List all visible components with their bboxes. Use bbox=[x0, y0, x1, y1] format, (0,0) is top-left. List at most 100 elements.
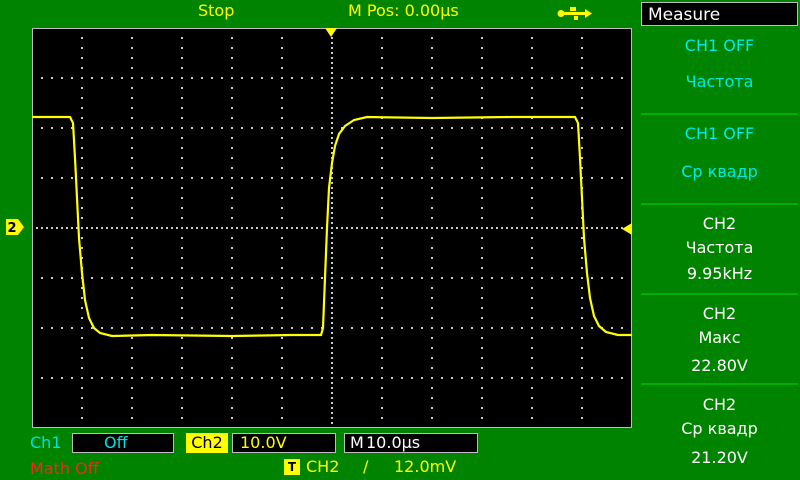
grid-dot bbox=[181, 367, 183, 369]
grid-dot bbox=[581, 397, 583, 399]
center-tick bbox=[46, 227, 48, 229]
center-tick bbox=[331, 342, 333, 344]
grid-dot bbox=[591, 377, 593, 379]
grid-dot bbox=[381, 417, 383, 419]
grid-dot bbox=[181, 157, 183, 159]
grid-dot bbox=[531, 297, 533, 299]
grid-dot bbox=[71, 277, 73, 279]
measure-slot-5[interactable]: CH2 Ср квадр 21.20V bbox=[641, 385, 798, 480]
grid-dot bbox=[411, 177, 413, 179]
grid-dot bbox=[291, 77, 293, 79]
center-tick bbox=[141, 227, 143, 229]
center-tick bbox=[611, 227, 613, 229]
grid-dot bbox=[71, 377, 73, 379]
grid-dot bbox=[481, 387, 483, 389]
timebase-mode-label: M bbox=[350, 433, 364, 452]
grid-dot bbox=[371, 127, 373, 129]
grid-dot bbox=[281, 417, 283, 419]
grid-dot bbox=[281, 287, 283, 289]
center-tick bbox=[331, 67, 333, 69]
grid-dot bbox=[281, 137, 283, 139]
grid-dot bbox=[131, 287, 133, 289]
center-tick bbox=[371, 227, 373, 229]
grid-dot bbox=[181, 277, 183, 279]
measure-slot-2[interactable]: CH1 OFF Ср квадр bbox=[641, 115, 798, 205]
grid-dot bbox=[251, 277, 253, 279]
center-tick bbox=[331, 272, 333, 274]
grid-dot bbox=[211, 127, 213, 129]
grid-dot bbox=[81, 397, 83, 399]
grid-dot bbox=[41, 277, 43, 279]
grid-dot bbox=[601, 277, 603, 279]
measure-slot-3[interactable]: CH2 Частота 9.95kHz bbox=[641, 205, 798, 295]
grid-dot bbox=[621, 177, 623, 179]
ch1-label[interactable]: Ch1 bbox=[30, 434, 62, 452]
grid-dot bbox=[101, 127, 103, 129]
grid-dot bbox=[161, 77, 163, 79]
grid-dot bbox=[481, 287, 483, 289]
ch2-label[interactable]: Ch2 bbox=[186, 433, 228, 453]
grid-dot bbox=[231, 387, 233, 389]
grid-dot bbox=[581, 257, 583, 259]
grid-dot bbox=[71, 177, 73, 179]
center-tick bbox=[476, 227, 478, 229]
grid-dot bbox=[181, 207, 183, 209]
grid-dot bbox=[251, 77, 253, 79]
grid-dot bbox=[401, 277, 403, 279]
grid-dot bbox=[481, 297, 483, 299]
grid-dot bbox=[131, 177, 133, 179]
grid-dot bbox=[361, 127, 363, 129]
grid-dot bbox=[101, 177, 103, 179]
center-tick bbox=[331, 402, 333, 404]
grid-dot bbox=[131, 147, 133, 149]
grid-dot bbox=[581, 57, 583, 59]
grid-dot bbox=[181, 417, 183, 419]
slot-5-type: Ср квадр bbox=[681, 419, 758, 438]
ch2-ground-marker[interactable]: 2 bbox=[6, 219, 24, 235]
grid-dot bbox=[171, 377, 173, 379]
center-tick bbox=[81, 227, 83, 229]
grid-dot bbox=[481, 37, 483, 39]
grid-dot bbox=[281, 307, 283, 309]
grid-dot bbox=[431, 247, 433, 249]
grid-dot bbox=[261, 327, 263, 329]
grid-dot bbox=[381, 357, 383, 359]
grid-dot bbox=[371, 77, 373, 79]
grid-dot bbox=[231, 197, 233, 199]
waveform-display[interactable] bbox=[32, 28, 632, 428]
grid-dot bbox=[301, 377, 303, 379]
grid-dot bbox=[481, 87, 483, 89]
grid-dot bbox=[621, 277, 623, 279]
center-tick bbox=[211, 227, 213, 229]
grid-dot bbox=[221, 77, 223, 79]
grid-dot bbox=[491, 177, 493, 179]
grid-dot bbox=[321, 77, 323, 79]
grid-dot bbox=[181, 187, 183, 189]
grid-dot bbox=[431, 397, 433, 399]
grid-dot bbox=[611, 127, 613, 129]
grid-dot bbox=[281, 247, 283, 249]
measure-slot-1[interactable]: CH1 OFF Частота bbox=[641, 28, 798, 115]
grid-dot bbox=[581, 347, 583, 349]
grid-dot bbox=[251, 177, 253, 179]
grid-dot bbox=[131, 277, 133, 279]
measure-slot-4[interactable]: CH2 Макс 22.80V bbox=[641, 295, 798, 385]
grid-dot bbox=[301, 277, 303, 279]
center-tick bbox=[331, 92, 333, 94]
grid-dot bbox=[201, 177, 203, 179]
center-tick bbox=[336, 227, 338, 229]
center-tick bbox=[356, 227, 358, 229]
center-tick bbox=[446, 227, 448, 229]
grid-dot bbox=[231, 47, 233, 49]
grid-dot bbox=[431, 387, 433, 389]
grid-dot bbox=[81, 187, 83, 189]
grid-dot bbox=[481, 407, 483, 409]
center-tick bbox=[451, 227, 453, 229]
grid-dot bbox=[311, 377, 313, 379]
grid-dot bbox=[431, 57, 433, 59]
grid-dot bbox=[231, 177, 233, 179]
grid-dot bbox=[461, 327, 463, 329]
grid-dot bbox=[531, 377, 533, 379]
grid-dot bbox=[611, 277, 613, 279]
grid-dot bbox=[181, 377, 183, 379]
